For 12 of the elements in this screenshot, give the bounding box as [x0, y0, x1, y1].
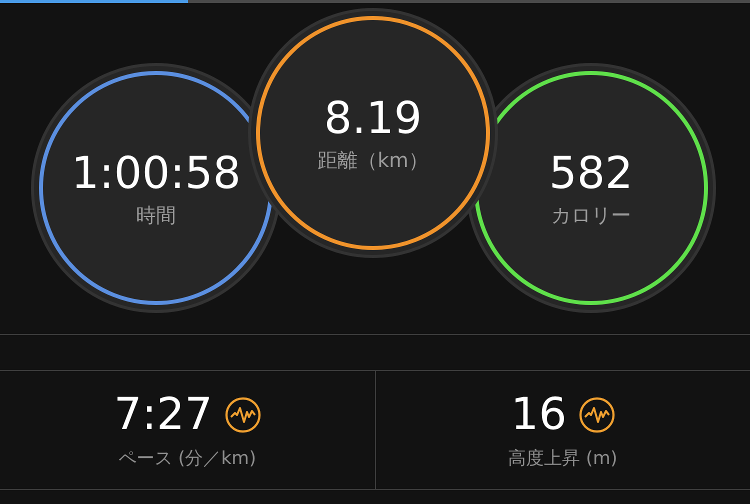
metric-value: 582	[549, 147, 633, 201]
metric-value: 1:00:58	[71, 147, 241, 201]
metric-label: 時間	[136, 202, 176, 229]
metric-label: カロリー	[551, 202, 631, 229]
stat-value: 16	[510, 390, 567, 440]
stat-label: 高度上昇 (m)	[508, 447, 618, 470]
stat-label: ペース (分／km)	[118, 447, 256, 470]
metric-value: 8.19	[324, 92, 422, 146]
metric-label: 距離（km）	[317, 147, 429, 174]
stat-value: 7:27	[114, 390, 213, 440]
heart-rate-icon[interactable]	[578, 397, 615, 433]
heart-rate-icon[interactable]	[224, 397, 261, 433]
